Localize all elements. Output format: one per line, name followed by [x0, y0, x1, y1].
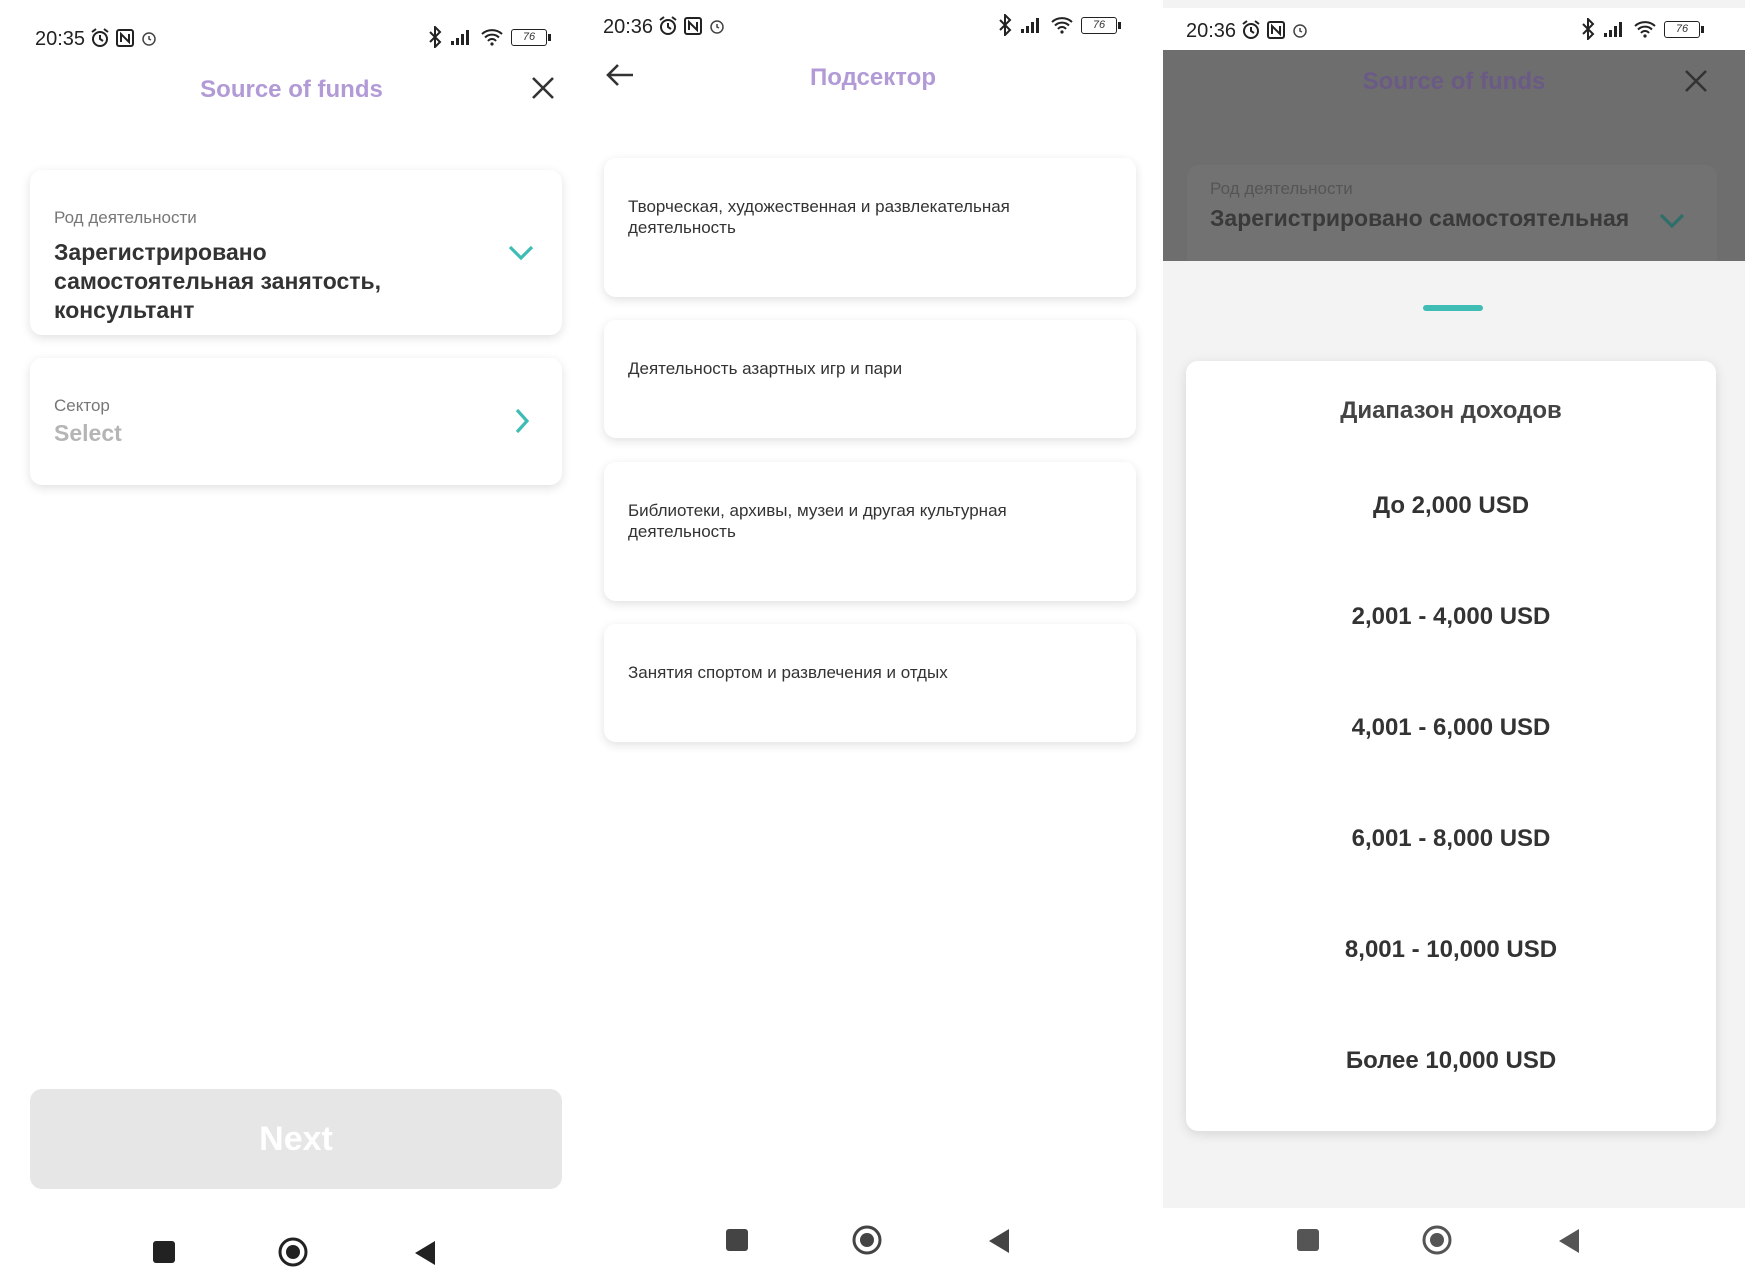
sector-select[interactable]: Сектор Select [30, 358, 562, 485]
list-item-label: Занятия спортом и развлечения и отдых [628, 663, 948, 682]
page-title: Source of funds [200, 76, 383, 103]
income-option[interactable]: Более 10,000 USD [1186, 1047, 1716, 1075]
activity-label: Род деятельности [54, 208, 197, 227]
income-option[interactable]: 2,001 - 4,000 USD [1186, 603, 1716, 631]
income-range-card: Диапазон доходов До 2,000 USD 2,001 - 4,… [1186, 361, 1716, 1131]
list-item[interactable]: Занятия спортом и развлечения и отдых [604, 624, 1136, 742]
sector-label: Сектор [54, 396, 110, 415]
battery-icon: 76 [1081, 16, 1121, 34]
sheet-title: Диапазон доходов [1340, 397, 1562, 424]
status-bar: 20:36 76 [583, 4, 1163, 50]
status-icons-right: 76 [1581, 18, 1704, 40]
bluetooth-icon [429, 26, 442, 48]
system-navbar [583, 1212, 1163, 1272]
list-item[interactable]: Творческая, художественная и развлекател… [604, 158, 1136, 297]
status-time: 20:36 [603, 16, 654, 38]
screen-subsector: 20:36 76 Подсектор Творческая, художеств… [583, 0, 1163, 1279]
list-item[interactable]: Библиотеки, архивы, музеи и другая культ… [604, 462, 1136, 601]
status-icons-right: 76 [428, 26, 551, 48]
alarm-small-icon [710, 20, 724, 34]
close-icon[interactable] [530, 75, 556, 101]
list-item-label: Библиотеки, архивы, музеи и другая культ… [628, 501, 1007, 541]
nfc-icon [684, 17, 702, 35]
bottom-sheet: Диапазон доходов До 2,000 USD 2,001 - 4,… [1163, 261, 1745, 1208]
battery-icon: 76 [1664, 20, 1704, 38]
status-icons-right: 76 [998, 14, 1121, 36]
list-item[interactable]: Деятельность азартных игр и пари [604, 320, 1136, 438]
next-button[interactable]: Next [30, 1089, 562, 1189]
nfc-icon [116, 29, 134, 47]
chevron-down-icon [1659, 213, 1685, 229]
screen-income-range: 20:36 76 Source of funds Род деятельност… [1163, 0, 1745, 1279]
wifi-icon [1051, 17, 1073, 34]
home-circle-icon[interactable] [278, 1237, 308, 1267]
alarm-small-icon [1293, 24, 1307, 38]
signal-icon [1604, 22, 1622, 37]
bluetooth-icon [999, 14, 1012, 36]
status-bar: 20:36 76 [1163, 8, 1745, 50]
alarm-small-icon [142, 32, 156, 46]
chevron-down-icon [508, 245, 534, 261]
alarm-icon [91, 28, 109, 47]
square-icon[interactable] [725, 1228, 749, 1252]
wifi-icon [481, 29, 503, 46]
page-title: Подсектор [810, 64, 936, 91]
background-activity-card: Род деятельности Зарегистрировано самост… [1187, 165, 1717, 261]
status-icons-left [1241, 20, 1309, 40]
status-bar: 20:35 76 [0, 18, 583, 64]
screen-source-of-funds: 20:35 76 Source of funds Род деятельност… [0, 0, 583, 1279]
alarm-icon [659, 16, 677, 35]
background-activity-label: Род деятельности [1210, 179, 1353, 198]
status-time: 20:36 [1186, 20, 1237, 42]
activity-select[interactable]: Род деятельности Зарегистрировано самост… [30, 170, 562, 335]
system-navbar [0, 1224, 583, 1279]
status-time: 20:35 [35, 28, 86, 50]
status-icons-left [658, 16, 726, 36]
background-activity-value: Зарегистрировано самостоятельная [1210, 205, 1630, 231]
sector-placeholder: Select [54, 420, 122, 446]
income-option[interactable]: 6,001 - 8,000 USD [1186, 825, 1716, 853]
dimmed-background[interactable]: Source of funds Род деятельности Зарегис… [1163, 50, 1745, 261]
income-option[interactable]: До 2,000 USD [1186, 492, 1716, 520]
wifi-icon [1634, 21, 1656, 38]
income-option[interactable]: 8,001 - 10,000 USD [1186, 936, 1716, 964]
list-item-label: Деятельность азартных игр и пари [628, 359, 903, 378]
status-icons-left [90, 28, 158, 48]
bluetooth-icon [1582, 18, 1595, 40]
signal-icon [451, 30, 469, 45]
battery-icon: 76 [511, 28, 551, 46]
system-navbar [1163, 1208, 1745, 1279]
home-circle-icon[interactable] [852, 1225, 882, 1255]
list-item-label: Творческая, художественная и развлекател… [628, 197, 1010, 237]
nfc-icon [1267, 21, 1285, 39]
income-option[interactable]: 4,001 - 6,000 USD [1186, 714, 1716, 742]
background-title: Source of funds [1362, 68, 1546, 95]
back-triangle-icon[interactable] [988, 1228, 1010, 1254]
home-circle-icon[interactable] [1422, 1225, 1452, 1255]
chevron-right-icon [515, 408, 530, 434]
signal-icon [1021, 18, 1039, 33]
alarm-icon [1242, 20, 1260, 39]
activity-value: Зарегистрировано самостоятельная занятос… [54, 239, 382, 323]
back-triangle-icon[interactable] [1558, 1228, 1580, 1254]
back-triangle-icon[interactable] [414, 1240, 436, 1266]
square-icon[interactable] [1296, 1228, 1320, 1252]
square-icon[interactable] [152, 1240, 176, 1264]
drag-handle[interactable] [1423, 305, 1483, 311]
close-icon [1685, 70, 1707, 92]
